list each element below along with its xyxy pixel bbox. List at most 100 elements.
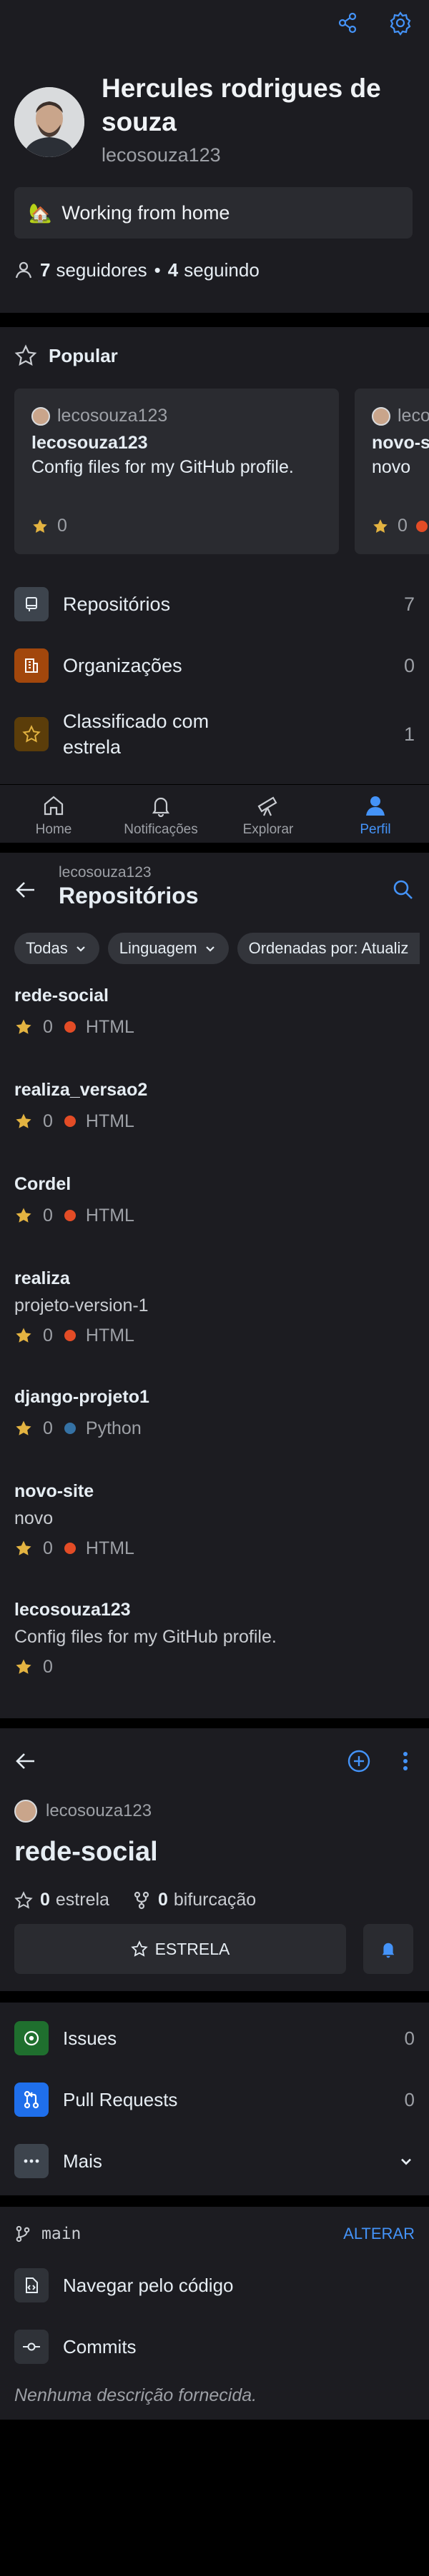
repo-description: novo [14,1508,54,1528]
tab-profile[interactable]: Perfil [322,785,429,843]
star-icon [16,1113,31,1128]
repo-description: Config files for my GitHub profile. [14,1627,277,1647]
profile-screen: Hercules rodrigues de souza lecosouza123… [0,0,429,843]
card-owner: lecosouza123 [57,406,168,426]
item-count: 0 [404,2027,415,2049]
filter-label: Ordenadas por: Atualiz [248,939,409,957]
repository-row[interactable]: rede-social 0 HTML [0,986,429,1080]
change-branch-button[interactable]: ALTERAR [343,2225,415,2243]
star-outline-icon [14,1890,33,1909]
settings-button[interactable] [388,10,413,36]
item-label: Issues [63,2027,117,2049]
back-button[interactable] [11,876,40,904]
menu-label: Organizações [63,654,182,676]
tab-home[interactable]: Home [0,785,107,843]
star-icon [16,1019,31,1034]
share-button[interactable] [335,10,360,36]
star-outline-icon [14,344,37,366]
tab-label: Notificações [124,822,198,837]
popular-card[interactable]: lecosouza123 lecosouza123 Config files f… [14,389,339,554]
status-box[interactable]: 🏡 Working from home [14,187,413,239]
popular-card[interactable]: lecosouza123 novo-site novo 0 [355,389,429,554]
repo-title: rede-social [14,1837,158,1867]
repo-stars: 0 [43,1016,53,1037]
repo-stars: 0 [43,1325,53,1345]
more-item[interactable]: Mais [14,2141,415,2181]
repo-name: realiza [14,1268,70,1288]
repo-stars: 0 [43,1111,53,1131]
filter-language[interactable]: Linguagem [107,933,229,964]
filter-type[interactable]: Todas [14,933,99,964]
filter-label: Todas [26,939,68,957]
search-button[interactable] [389,876,418,904]
repository-row[interactable]: django-projeto1 0 Python [0,1387,429,1481]
branch-icon [16,2225,30,2242]
kebab-menu-icon [403,1752,408,1770]
repository-row[interactable]: realiza_versao2 0 HTML [0,1080,429,1174]
file-code-icon [14,2268,49,2302]
more-options-button[interactable] [395,1747,416,1775]
arrow-left-icon [16,1753,34,1769]
popular-header: Popular [14,341,118,370]
section-divider [0,1991,429,2003]
repo-icon [14,587,49,621]
menu-item-starred[interactable]: Classificado com estrela 1 [14,706,415,763]
back-button[interactable] [11,1747,40,1775]
pull-requests-item[interactable]: Pull Requests 0 [14,2080,415,2120]
filter-bar: Todas Linguagem Ordenadas por: Atualiz [14,933,420,964]
repo-language: HTML [85,1205,134,1226]
issues-item[interactable]: Issues 0 [14,2018,415,2058]
popular-title: Popular [49,344,118,366]
card-repo-name: novo-site [372,433,429,453]
filter-sort[interactable]: Ordenadas por: Atualiz [237,933,420,964]
chevron-down-icon [401,2158,411,2165]
language-dot [64,1543,76,1554]
repo-name: Cordel [14,1174,72,1194]
repository-row[interactable]: realiza projeto-version-1 0 HTML [0,1268,429,1387]
owner-avatar [14,1800,37,1823]
profile-username: lecosouza123 [102,144,221,166]
follow-stats[interactable]: 7 seguidores • 4 seguindo [14,257,260,283]
repository-row[interactable]: lecosouza123 Config files for my GitHub p… [0,1600,429,1718]
repo-stars: 0 [43,1205,53,1226]
star-button[interactable]: ESTRELA [14,1924,346,1974]
branch-row: main ALTERAR [14,2218,415,2250]
repo-language: HTML [85,1538,134,1558]
tab-explore[interactable]: Explorar [214,785,322,843]
gear-icon [390,11,411,36]
owner-avatar [372,406,390,426]
repository-row[interactable]: novo-site novo 0 HTML [0,1481,429,1600]
language-dot [64,1021,76,1033]
repos-owner: lecosouza123 [59,864,152,881]
card-owner: lecosouza123 [398,406,429,426]
star-icon [16,1540,31,1555]
menu-item-organizations[interactable]: Organizações 0 [14,646,415,686]
forks-label: bifurcação [173,1890,257,1910]
item-label: Navegar pelo código [63,2274,234,2296]
repo-language: HTML [85,1325,134,1345]
starred-icon [14,717,49,751]
no-description: Nenhuma descrição fornecida. [14,2385,257,2405]
status-text: Working from home [61,201,230,224]
section-divider [0,2195,429,2207]
repo-name: realiza_versao2 [14,1080,148,1100]
add-button[interactable] [345,1747,373,1775]
commits-item[interactable]: Commits [14,2327,415,2367]
profile-name: Hercules rodrigues de souza [102,74,381,136]
tab-notifications[interactable]: Notificações [107,785,214,843]
repo-stars: 0 [43,1656,53,1677]
star-icon [16,1420,31,1435]
language-dot [64,1423,76,1434]
bell-icon [152,797,170,818]
detail-owner: lecosouza123 [46,1801,152,1820]
branch-name: main [41,2225,82,2243]
repo-stars: 0 [43,1418,53,1438]
menu-label: Classificado com estrela [63,711,209,758]
item-count: 0 [404,2088,415,2110]
repository-row[interactable]: Cordel 0 HTML [0,1174,429,1268]
watch-button[interactable] [363,1924,413,1974]
browse-code-item[interactable]: Navegar pelo código [14,2265,415,2305]
star-icon [16,1208,31,1223]
menu-item-repositories[interactable]: Repositórios 7 [14,584,415,624]
screen-separator [0,1718,429,1728]
